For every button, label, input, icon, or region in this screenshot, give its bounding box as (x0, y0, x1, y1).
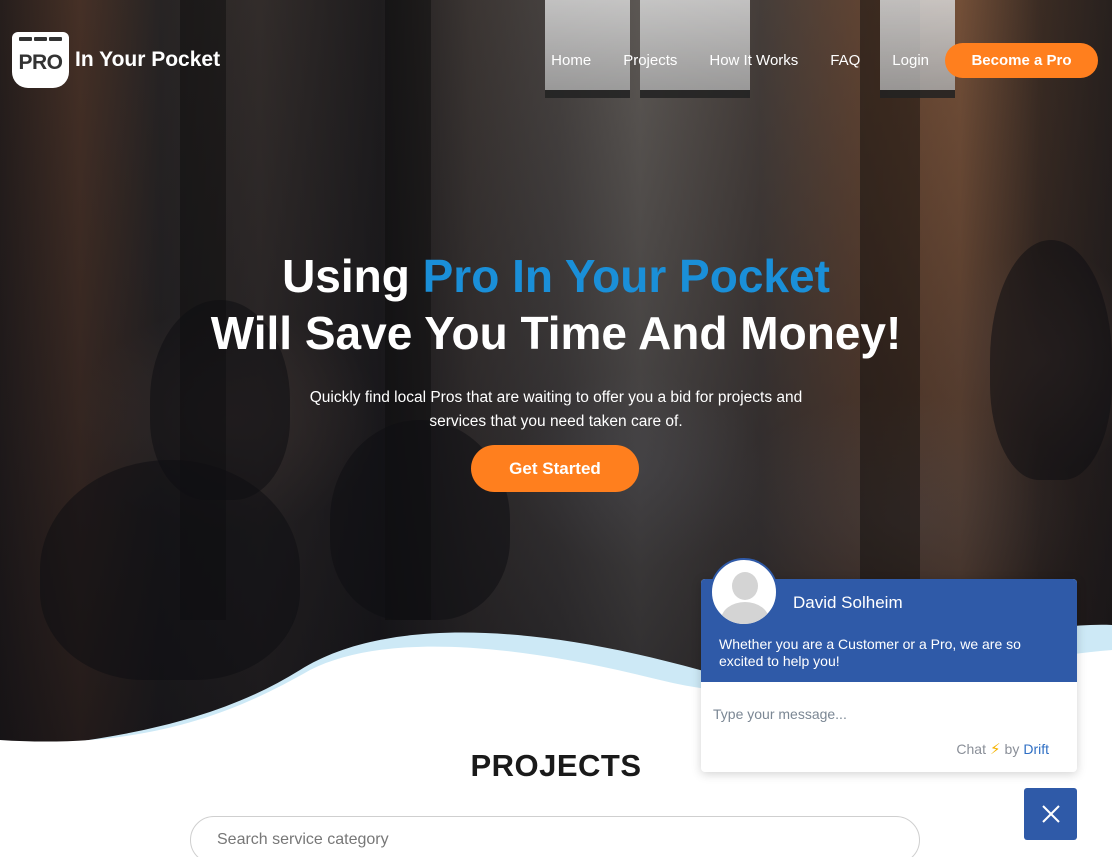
nav-login[interactable]: Login (892, 52, 929, 69)
main-nav: Home Projects How It Works FAQ Login Bec… (551, 43, 1098, 78)
nav-home[interactable]: Home (551, 52, 591, 69)
nav-faq[interactable]: FAQ (830, 52, 860, 69)
become-a-pro-button[interactable]: Become a Pro (945, 43, 1098, 78)
powered-prefix: Chat (956, 741, 986, 757)
logo-badge-icon: PRO (12, 32, 69, 88)
chat-agent-name: David Solheim (793, 593, 903, 612)
powered-brand: Drift (1023, 741, 1049, 757)
logo-badge-text: PRO (18, 51, 63, 74)
close-icon (1041, 805, 1060, 823)
headline-prefix: Using (282, 250, 423, 302)
hero-subtitle: Quickly find local Pros that are waiting… (309, 389, 803, 430)
site-logo[interactable]: PRO In Your Pocket (12, 32, 220, 88)
chat-close-button[interactable] (1024, 788, 1077, 840)
nav-how-it-works[interactable]: How It Works (709, 52, 798, 69)
nav-projects[interactable]: Projects (623, 52, 677, 69)
chat-widget: David Solheim Whether you are a Customer… (701, 558, 1077, 772)
search-service-input[interactable] (190, 816, 920, 857)
chat-header: David Solheim Whether you are a Customer… (701, 558, 1077, 682)
logo-name: In Your Pocket (75, 48, 221, 71)
chat-message-input[interactable] (713, 703, 1063, 725)
get-started-button[interactable]: Get Started (471, 445, 639, 492)
headline-highlight: Pro In Your Pocket (422, 250, 830, 302)
powered-by-word: by (1004, 741, 1020, 757)
hero-headline: Using Pro In Your Pocket Will Save You T… (0, 248, 1112, 362)
bolt-icon: ⚡ (989, 741, 1001, 758)
user-avatar-icon (710, 558, 778, 626)
chat-welcome-message: Whether you are a Customer or a Pro, we … (719, 636, 1021, 669)
chat-powered-by[interactable]: Chat ⚡ by Drift (956, 740, 1049, 758)
headline-line2: Will Save You Time And Money! (210, 307, 902, 359)
